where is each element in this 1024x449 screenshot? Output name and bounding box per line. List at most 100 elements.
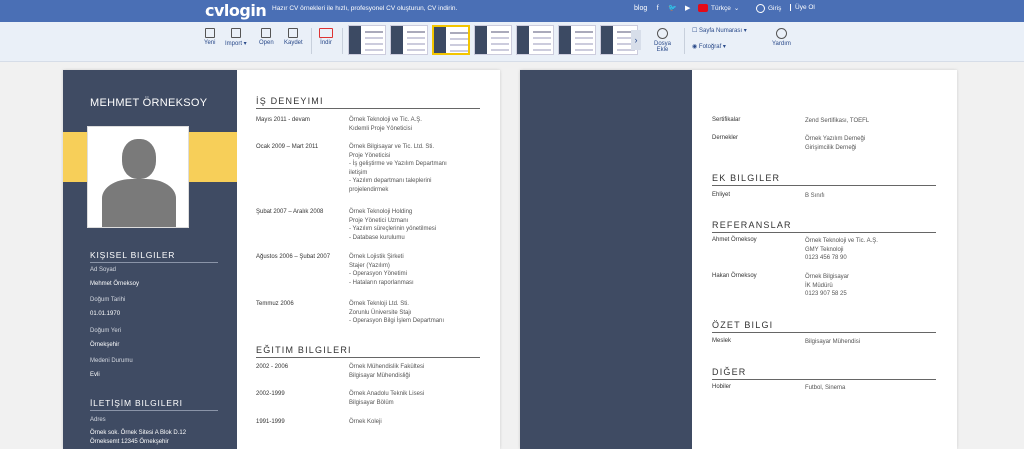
hobbies-value[interactable]: Futbol, Sinema [805,384,945,393]
associations-value[interactable]: Örnek Yazılım Derneği Girişimcilik Derneğ… [805,135,945,152]
login-label: Giriş [768,5,782,12]
education-details[interactable]: Örnek Mühendislik Fakültesi Bilgisayar Mü… [349,363,479,380]
reference-name: Hakan Örneksoy [712,273,757,279]
personal-info-heading[interactable]: KIŞISEL BILGILER [90,250,218,263]
work-line: - Yazılım süreçlerinin yönetilmesi [349,226,437,233]
work-line: Proje Yönetici Uzmanı [349,217,409,224]
field-value[interactable]: Örnekşehir [90,342,119,348]
education-details[interactable]: Örnek Anadolu Teknik Lisesi Bilgisayar Bö… [349,390,479,407]
education-date[interactable]: 2002-1999 [256,390,346,398]
help-button[interactable]: Yardım [772,28,791,47]
import-button[interactable]: Import ▾ [225,28,247,47]
editor-toolbar: Yeni Import ▾ Open Kaydet İndir › Dosya E… [0,22,1024,62]
field-value[interactable]: 01.01.1970 [90,311,120,317]
profession-value[interactable]: Bilgisayar Mühendisi [805,338,945,347]
work-date[interactable]: Şubat 2007 – Aralık 2008 [256,208,346,216]
turkey-flag-icon [698,4,708,12]
association-line: Girişimcilik Derneği [805,144,857,151]
reference-name: Ahmet Örneksoy [712,237,757,243]
template-thumbnail[interactable] [390,25,428,55]
profession-label: Meslek [712,338,732,344]
field-label: Ad Soyad [90,267,117,273]
work-line: Proje Yöneticisi [349,152,391,159]
work-date[interactable]: Ağustos 2006 – Şubat 2007 [256,253,342,261]
education-date[interactable]: 2002 - 2006 [256,363,346,371]
cv-name[interactable]: MEHMET ÖRNEKSOY [90,97,207,109]
field-value[interactable]: Evli [90,372,100,378]
work-experience-heading[interactable]: İŞ DENEYIMI [256,96,480,109]
license-value[interactable]: B Sınıfı [805,192,945,201]
education-heading[interactable]: EĞITIM BILGILERI [256,345,480,358]
language-selector[interactable]: Türkçe ⌄ [698,4,739,12]
signup-link[interactable]: Üye Ol [790,4,815,11]
reference-line: 0123 456 78 90 [805,255,847,262]
work-line: Örnek Teknloji Ltd. Sti. [349,301,409,307]
work-details[interactable]: Örnek Lojistik Şirketi Stajer (Yazılım) - … [349,253,479,287]
field-value[interactable]: Örneksemt 12345 Örnekşehir [90,439,169,445]
save-button[interactable]: Kaydet [284,28,303,46]
language-label: Türkçe [711,4,731,12]
additional-info-heading[interactable]: EK BILGILER [712,173,936,186]
blog-link[interactable]: blog [634,5,647,12]
other-heading[interactable]: DIĞER [712,367,936,380]
cv-sidebar [520,70,692,449]
folder-icon [261,28,272,38]
login-link[interactable]: Giriş [756,4,781,13]
tagline: Hazır CV örnekleri ile hızlı, profesyone… [272,5,458,12]
twitter-icon[interactable]: 🐦 [668,4,677,13]
avatar-body [102,179,176,227]
template-thumbnail[interactable] [516,25,554,55]
work-details[interactable]: Örnek Bilgisayar ve Tic. Ltd. Sti. Proje … [349,143,479,195]
work-line: Örnek Teknoloji Holding [349,209,413,215]
associations-label: Dernekler [712,135,739,141]
work-line: Stajer (Yazılım) [349,262,390,269]
new-label: Yeni [204,40,216,46]
education-details[interactable]: Örnek Koleji [349,418,479,427]
work-details[interactable]: Örnek Teknoloji Holding Proje Yönetici Uz… [349,208,479,242]
reference-line: İK Müdürü [805,282,833,289]
education-line: Bilgisayar Mühendisliği [349,372,411,379]
photo-dropdown[interactable]: ◉ Fotoğraf ▾ [692,43,726,50]
work-line: - Yazılım departmanı taleplerini [349,178,432,185]
work-line: - Operasyon Yönetimi [349,271,407,278]
youtube-icon[interactable]: ▶ [683,4,692,13]
open-button[interactable]: Open [259,28,274,46]
education-line: Örnek Anadolu Teknik Lisesi [349,391,425,397]
field-value[interactable]: Mehmet Örneksoy [90,281,139,287]
avatar-placeholder-icon [122,139,156,179]
work-details[interactable]: Örnek Teknoloji ve Tic. A.Ş. Kıdemli Proj… [349,116,479,133]
work-line: - Hataların raporlanması [349,279,414,286]
reference-details[interactable]: Örnek Bilgisayar İK Müdürü 0123 907 58 25 [805,273,945,299]
reference-line: 0123 907 58 25 [805,291,847,298]
template-thumbnail[interactable] [558,25,596,55]
cvlogin-logo[interactable]: cvlogin [205,1,267,20]
reference-details[interactable]: Örnek Teknoloji ve Tic. A.Ş. GMY Teknoloj… [805,237,945,263]
certificates-value[interactable]: Zend Sertifikası, TOEFL [805,117,945,126]
references-heading[interactable]: REFERANSLAR [712,220,936,233]
reference-line: Örnek Teknoloji ve Tic. A.Ş. [805,238,878,244]
help-label: Yardım [772,41,791,47]
template-thumbnail[interactable] [348,25,386,55]
template-thumbnail-selected[interactable] [432,25,470,55]
work-date[interactable]: Mayıs 2011 - devam [256,116,346,124]
field-value[interactable]: Örnek sok. Örnek Sitesi A Blok D.12 [90,430,186,436]
attach-file-button[interactable]: Dosya Ekle [654,28,671,53]
contact-info-heading[interactable]: İLETİŞİM BILGILERI [90,398,218,411]
work-date[interactable]: Ocak 2009 – Mart 2011 [256,143,346,151]
profile-photo[interactable] [87,126,189,228]
work-details[interactable]: Örnek Teknloji Ltd. Sti. Zorunlu Üniversi… [349,300,479,326]
download-button[interactable]: İndir [319,28,333,46]
page-number-label: Sayfa Numarası [699,28,743,34]
education-date[interactable]: 1991-1999 [256,418,346,426]
summary-heading[interactable]: ÖZET BILGI [712,320,936,333]
reference-line: GMY Teknoloji [805,246,844,253]
template-thumbnail[interactable] [474,25,512,55]
divider [311,28,312,54]
work-date[interactable]: Temmuz 2006 [256,300,346,308]
certificates-label: Sertifikalar [712,117,741,123]
page-number-dropdown[interactable]: ☐ Sayfa Numarası ▾ [692,27,747,34]
license-label: Ehliyet [712,192,731,198]
chevron-right-icon[interactable]: › [631,30,641,50]
facebook-icon[interactable]: f [653,4,662,13]
new-button[interactable]: Yeni [204,28,215,46]
